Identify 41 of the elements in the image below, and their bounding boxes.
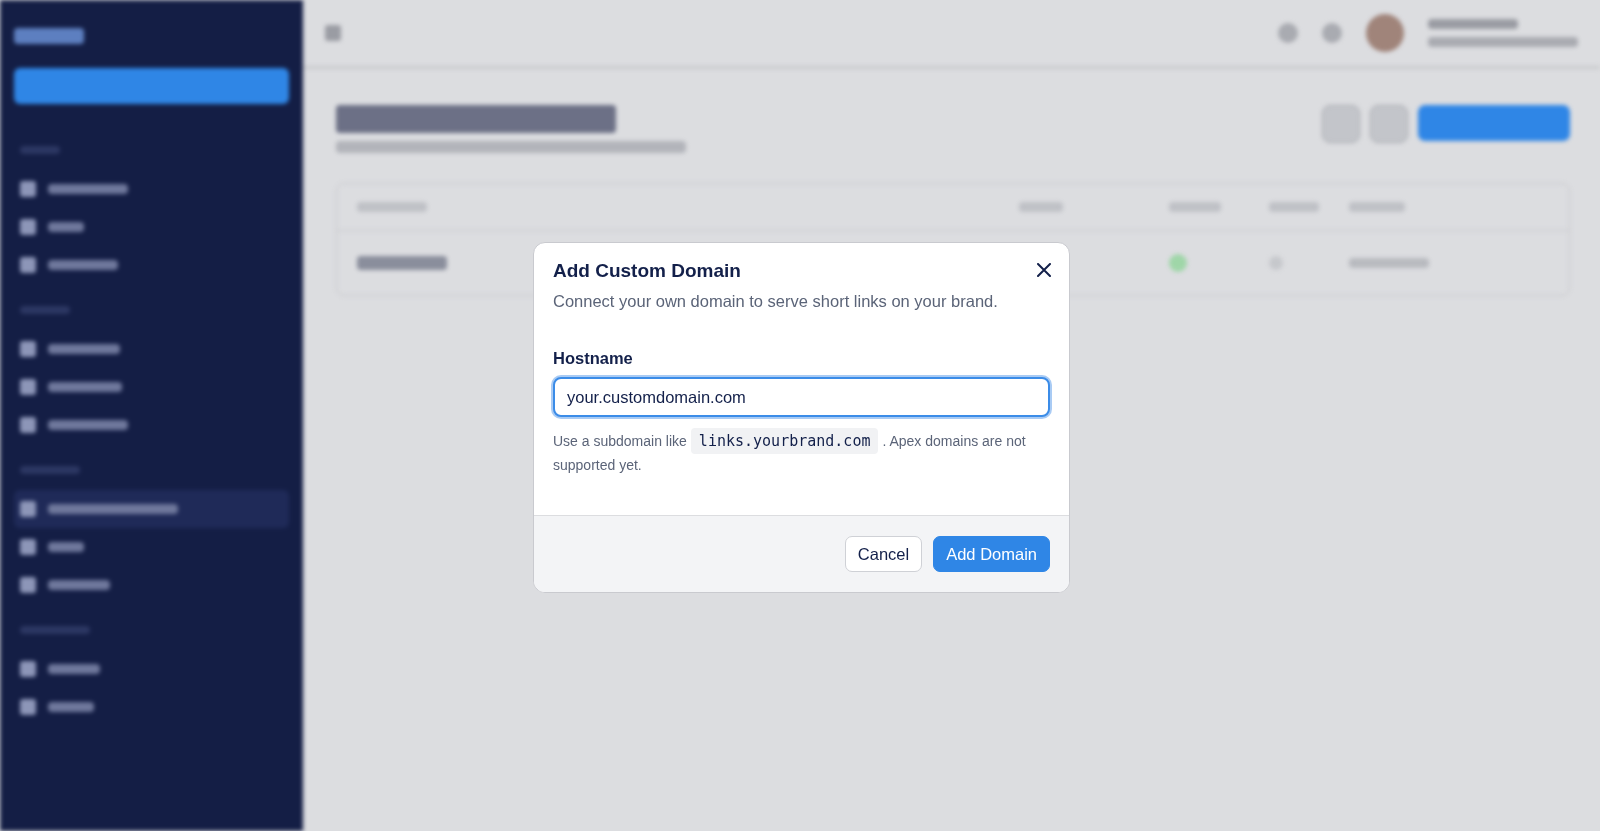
menu-icon bbox=[20, 577, 36, 593]
column-header bbox=[1349, 202, 1405, 212]
sidebar-toggle-icon[interactable] bbox=[325, 25, 341, 41]
menu-icon bbox=[20, 417, 36, 433]
section-title bbox=[20, 466, 80, 474]
hostname-field[interactable]: your.customdomain.com bbox=[553, 377, 1050, 417]
column-header bbox=[1269, 202, 1319, 212]
close-button[interactable] bbox=[1035, 261, 1053, 279]
hint-text: Use a subdomain like links.yourbrand.com . Apex domains are not supported yet. bbox=[553, 429, 1050, 477]
column-header bbox=[1169, 202, 1221, 212]
menu-icon bbox=[20, 341, 36, 357]
menu-icon bbox=[20, 219, 36, 235]
item-label bbox=[48, 260, 118, 270]
menu-icon bbox=[20, 539, 36, 555]
section-title bbox=[20, 626, 90, 634]
menu-icon bbox=[20, 699, 36, 715]
avatar[interactable] bbox=[1366, 14, 1404, 52]
item-label bbox=[48, 542, 84, 552]
menu-icon bbox=[20, 257, 36, 273]
logo bbox=[14, 28, 84, 44]
menu-icon bbox=[20, 501, 36, 517]
item-label bbox=[48, 702, 94, 712]
section-title bbox=[20, 306, 70, 314]
dialog-description: Connect your own domain to serve short links on your brand. bbox=[553, 292, 999, 311]
item-label bbox=[48, 222, 84, 232]
menu-icon bbox=[20, 379, 36, 395]
close-icon bbox=[1037, 263, 1051, 277]
dialog-title: Add Custom Domain bbox=[553, 260, 742, 282]
field-label: Hostname bbox=[553, 349, 634, 368]
column-header bbox=[357, 202, 427, 212]
item-label bbox=[48, 664, 100, 674]
item-label bbox=[48, 580, 110, 590]
verified-icon bbox=[1169, 254, 1187, 272]
section-title bbox=[20, 146, 60, 154]
add-domain-button[interactable]: Add Domain bbox=[933, 536, 1050, 572]
menu-icon bbox=[20, 661, 36, 677]
cancel-button[interactable]: Cancel bbox=[844, 536, 923, 572]
item-label bbox=[48, 344, 120, 354]
menu-icon bbox=[20, 181, 36, 197]
sidebar-item[interactable] bbox=[14, 490, 289, 528]
column-header bbox=[1019, 202, 1063, 212]
